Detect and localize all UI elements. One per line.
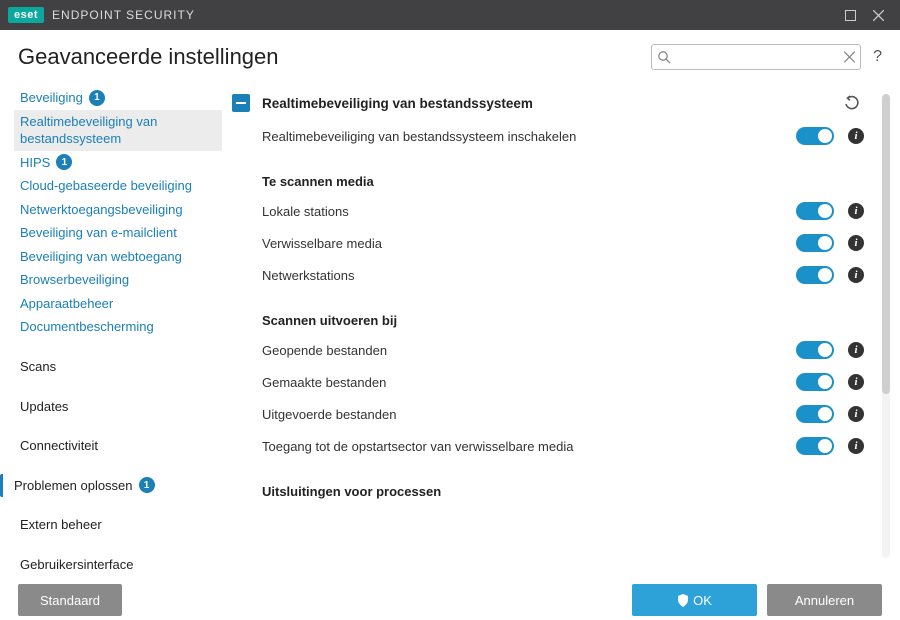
sidebar-item-10[interactable]: Scans	[14, 355, 222, 379]
sidebar-item-label: Beveiliging	[20, 89, 83, 107]
setting-row-scanon-3: Toegang tot de opstartsector van verwiss…	[232, 430, 864, 462]
subhead-scan-on: Scannen uitvoeren bij	[232, 291, 864, 334]
collapse-icon[interactable]	[232, 94, 250, 112]
subhead-media: Te scannen media	[232, 152, 864, 195]
subhead-exclusions: Uitsluitingen voor processen	[232, 462, 864, 505]
sidebar-item-label: HIPS	[20, 154, 50, 172]
search-input[interactable]	[651, 44, 861, 70]
clear-search-icon[interactable]	[844, 52, 855, 63]
info-icon[interactable]: i	[848, 342, 864, 358]
header: Geavanceerde instellingen ?	[0, 30, 900, 80]
setting-row-media-1: Verwisselbare media i	[232, 227, 864, 259]
toggle[interactable]	[796, 234, 834, 252]
sidebar-item-label: Cloud-gebaseerde beveiliging	[20, 177, 192, 195]
sidebar-item-label: Extern beheer	[20, 516, 102, 534]
toggle[interactable]	[796, 341, 834, 359]
sidebar-item-5[interactable]: Beveiliging van e-mailclient	[14, 221, 222, 245]
search-icon	[657, 50, 671, 64]
setting-label: Lokale stations	[262, 204, 796, 219]
sidebar-item-7[interactable]: Browserbeveiliging	[14, 268, 222, 292]
sidebar-item-label: Netwerktoegangsbeveiliging	[20, 201, 183, 219]
brand-badge: eset	[8, 7, 44, 23]
sidebar-item-13[interactable]: Problemen oplossen 1	[0, 474, 222, 498]
sidebar-item-14[interactable]: Extern beheer	[14, 513, 222, 537]
default-button[interactable]: Standaard	[18, 584, 122, 616]
sidebar-item-label: Beveiliging van e-mailclient	[20, 224, 177, 242]
main-panel: Realtimebeveiliging van bestandssysteem …	[232, 80, 900, 572]
badge: 1	[56, 154, 72, 170]
info-icon[interactable]: i	[848, 267, 864, 283]
ok-button[interactable]: OK	[632, 584, 757, 616]
cancel-button[interactable]: Annuleren	[767, 584, 882, 616]
setting-row-scanon-1: Gemaakte bestanden i	[232, 366, 864, 398]
main-scroll: Realtimebeveiliging van bestandssysteem …	[232, 86, 882, 566]
sidebar-item-label: Apparaatbeheer	[20, 295, 113, 313]
setting-row-scanon-2: Uitgevoerde bestanden i	[232, 398, 864, 430]
setting-label: Verwisselbare media	[262, 236, 796, 251]
scrollbar-thumb[interactable]	[882, 94, 890, 394]
sidebar-item-label: Gebruikersinterface	[20, 556, 133, 572]
setting-row-media-2: Netwerkstations i	[232, 259, 864, 291]
sidebar-item-12[interactable]: Connectiviteit	[14, 434, 222, 458]
sidebar-item-0[interactable]: Beveiliging 1	[14, 86, 222, 110]
close-icon[interactable]	[864, 5, 892, 25]
sidebar-item-label: Realtimebeveiliging van bestandssysteem	[20, 113, 216, 148]
setting-label: Toegang tot de opstartsector van verwiss…	[262, 439, 796, 454]
sidebar-item-11[interactable]: Updates	[14, 395, 222, 419]
scrollbar[interactable]	[882, 94, 890, 558]
footer: Standaard OK Annuleren	[0, 572, 900, 620]
sidebar-item-label: Problemen oplossen	[14, 477, 133, 495]
toggle[interactable]	[796, 405, 834, 423]
sidebar-item-label: Beveiliging van webtoegang	[20, 248, 182, 266]
sidebar-item-label: Documentbescherming	[20, 318, 154, 336]
sidebar-item-15[interactable]: Gebruikersinterface	[14, 553, 222, 572]
setting-row-scanon-0: Geopende bestanden i	[232, 334, 864, 366]
sidebar-item-8[interactable]: Apparaatbeheer	[14, 292, 222, 316]
help-icon[interactable]: ?	[873, 48, 882, 66]
setting-label: Realtimebeveiliging van bestandssysteem …	[262, 129, 796, 144]
sidebar-item-4[interactable]: Netwerktoegangsbeveiliging	[14, 198, 222, 222]
undo-icon[interactable]	[840, 95, 864, 111]
info-icon[interactable]: i	[848, 374, 864, 390]
info-icon[interactable]: i	[848, 235, 864, 251]
setting-label: Gemaakte bestanden	[262, 375, 796, 390]
sidebar-item-label: Connectiviteit	[20, 437, 98, 455]
sidebar-item-label: Updates	[20, 398, 68, 416]
sidebar-item-1[interactable]: Realtimebeveiliging van bestandssysteem	[14, 110, 222, 151]
toggle[interactable]	[796, 373, 834, 391]
badge: 1	[89, 90, 105, 106]
search-wrapper	[651, 44, 861, 70]
titlebar: eset ENDPOINT SECURITY	[0, 0, 900, 30]
toggle[interactable]	[796, 266, 834, 284]
sidebar-item-9[interactable]: Documentbescherming	[14, 315, 222, 339]
maximize-icon[interactable]	[836, 5, 864, 25]
info-icon[interactable]: i	[848, 203, 864, 219]
sidebar-item-2[interactable]: HIPS 1	[14, 151, 222, 175]
ok-label: OK	[693, 593, 712, 608]
sidebar-item-3[interactable]: Cloud-gebaseerde beveiliging	[14, 174, 222, 198]
setting-row-enable-0: Realtimebeveiliging van bestandssysteem …	[232, 120, 864, 152]
info-icon[interactable]: i	[848, 406, 864, 422]
shield-icon	[677, 594, 689, 607]
toggle[interactable]	[796, 437, 834, 455]
setting-label: Uitgevoerde bestanden	[262, 407, 796, 422]
sidebar-item-label: Scans	[20, 358, 56, 376]
setting-label: Geopende bestanden	[262, 343, 796, 358]
sidebar-item-label: Browserbeveiliging	[20, 271, 129, 289]
info-icon[interactable]: i	[848, 438, 864, 454]
info-icon[interactable]: i	[848, 128, 864, 144]
sidebar-item-6[interactable]: Beveiliging van webtoegang	[14, 245, 222, 269]
setting-label: Netwerkstations	[262, 268, 796, 283]
section-header: Realtimebeveiliging van bestandssysteem	[232, 86, 864, 120]
toggle[interactable]	[796, 202, 834, 220]
section-title: Realtimebeveiliging van bestandssysteem	[262, 96, 840, 111]
page-title: Geavanceerde instellingen	[18, 44, 279, 70]
badge: 1	[139, 477, 155, 493]
setting-row-media-0: Lokale stations i	[232, 195, 864, 227]
sidebar: Beveiliging 1 Realtimebeveiliging van best…	[0, 80, 232, 572]
product-name: ENDPOINT SECURITY	[52, 8, 195, 22]
toggle[interactable]	[796, 127, 834, 145]
